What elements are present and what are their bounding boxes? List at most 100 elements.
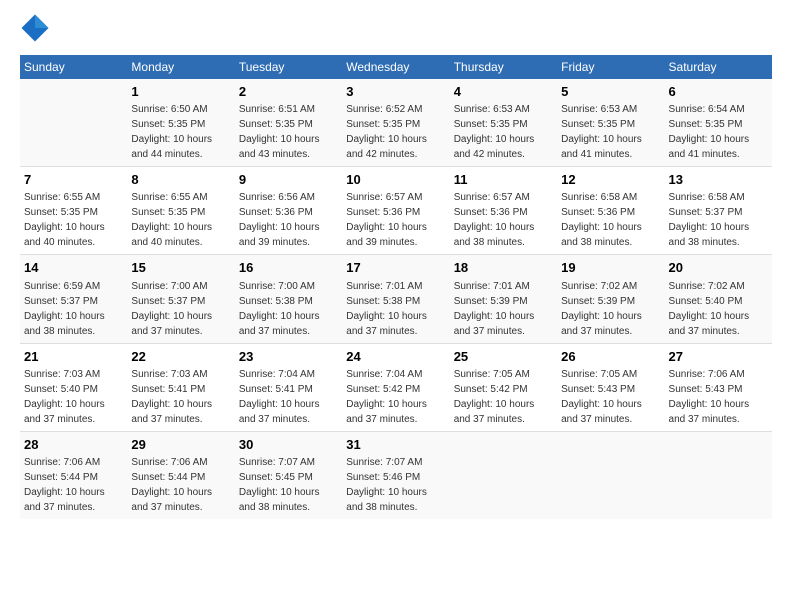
- sunset-text: Sunset: 5:35 PM: [669, 117, 768, 132]
- day-number: 17: [346, 259, 445, 277]
- sunrise-text: Sunrise: 6:55 AM: [24, 190, 123, 205]
- calendar-cell: 16Sunrise: 7:00 AMSunset: 5:38 PMDayligh…: [235, 255, 342, 343]
- calendar-cell: 11Sunrise: 6:57 AMSunset: 5:36 PMDayligh…: [450, 167, 557, 255]
- sunrise-text: Sunrise: 6:55 AM: [131, 190, 230, 205]
- daylight-text: Daylight: 10 hoursand 38 minutes.: [669, 220, 768, 250]
- calendar-week-row: 28Sunrise: 7:06 AMSunset: 5:44 PMDayligh…: [20, 431, 772, 519]
- calendar-cell: 29Sunrise: 7:06 AMSunset: 5:44 PMDayligh…: [127, 431, 234, 519]
- sunrise-text: Sunrise: 7:06 AM: [131, 455, 230, 470]
- sunset-text: Sunset: 5:35 PM: [346, 117, 445, 132]
- sunset-text: Sunset: 5:41 PM: [239, 382, 338, 397]
- calendar-cell: 25Sunrise: 7:05 AMSunset: 5:42 PMDayligh…: [450, 343, 557, 431]
- day-number: 6: [669, 83, 768, 101]
- sunset-text: Sunset: 5:40 PM: [24, 382, 123, 397]
- calendar-week-row: 7Sunrise: 6:55 AMSunset: 5:35 PMDaylight…: [20, 167, 772, 255]
- weekday-header: Friday: [557, 55, 664, 79]
- sunset-text: Sunset: 5:37 PM: [131, 294, 230, 309]
- day-info: Sunrise: 6:50 AMSunset: 5:35 PMDaylight:…: [131, 102, 230, 162]
- sunset-text: Sunset: 5:37 PM: [669, 205, 768, 220]
- day-number: 10: [346, 171, 445, 189]
- calendar-cell: 26Sunrise: 7:05 AMSunset: 5:43 PMDayligh…: [557, 343, 664, 431]
- sunrise-text: Sunrise: 7:00 AM: [131, 279, 230, 294]
- daylight-text: Daylight: 10 hoursand 37 minutes.: [24, 485, 123, 515]
- day-info: Sunrise: 7:03 AMSunset: 5:41 PMDaylight:…: [131, 367, 230, 427]
- daylight-text: Daylight: 10 hoursand 37 minutes.: [131, 397, 230, 427]
- daylight-text: Daylight: 10 hoursand 43 minutes.: [239, 132, 338, 162]
- sunset-text: Sunset: 5:35 PM: [561, 117, 660, 132]
- calendar-cell: [20, 79, 127, 167]
- weekday-header: Thursday: [450, 55, 557, 79]
- sunrise-text: Sunrise: 7:03 AM: [131, 367, 230, 382]
- sunrise-text: Sunrise: 6:52 AM: [346, 102, 445, 117]
- daylight-text: Daylight: 10 hoursand 40 minutes.: [131, 220, 230, 250]
- sunrise-text: Sunrise: 6:53 AM: [454, 102, 553, 117]
- sunset-text: Sunset: 5:40 PM: [669, 294, 768, 309]
- sunrise-text: Sunrise: 6:57 AM: [346, 190, 445, 205]
- sunset-text: Sunset: 5:35 PM: [131, 205, 230, 220]
- daylight-text: Daylight: 10 hoursand 39 minutes.: [239, 220, 338, 250]
- sunset-text: Sunset: 5:36 PM: [346, 205, 445, 220]
- day-number: 31: [346, 436, 445, 454]
- calendar-cell: 3Sunrise: 6:52 AMSunset: 5:35 PMDaylight…: [342, 79, 449, 167]
- calendar-cell: 31Sunrise: 7:07 AMSunset: 5:46 PMDayligh…: [342, 431, 449, 519]
- day-info: Sunrise: 6:52 AMSunset: 5:35 PMDaylight:…: [346, 102, 445, 162]
- day-number: 23: [239, 348, 338, 366]
- sunset-text: Sunset: 5:39 PM: [561, 294, 660, 309]
- calendar-table: SundayMondayTuesdayWednesdayThursdayFrid…: [20, 55, 772, 519]
- calendar-cell: [450, 431, 557, 519]
- sunrise-text: Sunrise: 6:50 AM: [131, 102, 230, 117]
- weekday-header: Saturday: [665, 55, 772, 79]
- daylight-text: Daylight: 10 hoursand 37 minutes.: [24, 397, 123, 427]
- sunset-text: Sunset: 5:44 PM: [24, 470, 123, 485]
- header: [20, 15, 772, 45]
- daylight-text: Daylight: 10 hoursand 37 minutes.: [669, 397, 768, 427]
- page: SundayMondayTuesdayWednesdayThursdayFrid…: [0, 0, 792, 612]
- calendar-body: 1Sunrise: 6:50 AMSunset: 5:35 PMDaylight…: [20, 79, 772, 519]
- calendar-cell: 17Sunrise: 7:01 AMSunset: 5:38 PMDayligh…: [342, 255, 449, 343]
- sunset-text: Sunset: 5:36 PM: [561, 205, 660, 220]
- calendar-cell: 10Sunrise: 6:57 AMSunset: 5:36 PMDayligh…: [342, 167, 449, 255]
- calendar-cell: 20 Sunrise: 7:02 AMSunset: 5:40 PMDayligh…: [665, 255, 772, 343]
- daylight-text: Daylight: 10 hoursand 38 minutes.: [454, 220, 553, 250]
- day-info: Sunrise: 6:51 AMSunset: 5:35 PMDaylight:…: [239, 102, 338, 162]
- calendar-cell: 23Sunrise: 7:04 AMSunset: 5:41 PMDayligh…: [235, 343, 342, 431]
- calendar-cell: 28Sunrise: 7:06 AMSunset: 5:44 PMDayligh…: [20, 431, 127, 519]
- daylight-text: Daylight: 10 hoursand 40 minutes.: [24, 220, 123, 250]
- daylight-text: Daylight: 10 hoursand 37 minutes.: [239, 309, 338, 339]
- daylight-text: Daylight: 10 hoursand 37 minutes.: [346, 397, 445, 427]
- sunrise-text: Sunrise: 6:58 AM: [561, 190, 660, 205]
- sunrise-text: Sunrise: 7:07 AM: [346, 455, 445, 470]
- calendar-cell: 19 Sunrise: 7:02 AMSunset: 5:39 PMDayligh…: [557, 255, 664, 343]
- sunset-text: Sunset: 5:36 PM: [454, 205, 553, 220]
- sunset-text: Sunset: 5:36 PM: [239, 205, 338, 220]
- sunset-text: Sunset: 5:35 PM: [239, 117, 338, 132]
- calendar-cell: 30Sunrise: 7:07 AMSunset: 5:45 PMDayligh…: [235, 431, 342, 519]
- sunset-text: Sunset: 5:38 PM: [239, 294, 338, 309]
- sunrise-text: Sunrise: 7:05 AM: [454, 367, 553, 382]
- daylight-text: Daylight: 10 hoursand 37 minutes.: [131, 309, 230, 339]
- sunset-text: Sunset: 5:38 PM: [346, 294, 445, 309]
- day-number: 14: [24, 259, 123, 277]
- day-info: Sunrise: 7:05 AMSunset: 5:42 PMDaylight:…: [454, 367, 553, 427]
- calendar-cell: 14Sunrise: 6:59 AMSunset: 5:37 PMDayligh…: [20, 255, 127, 343]
- day-info: Sunrise: 7:07 AMSunset: 5:46 PMDaylight:…: [346, 455, 445, 515]
- day-number: 19: [561, 259, 660, 277]
- day-number: 25: [454, 348, 553, 366]
- calendar-week-row: 1Sunrise: 6:50 AMSunset: 5:35 PMDaylight…: [20, 79, 772, 167]
- daylight-text: Daylight: 10 hoursand 37 minutes.: [561, 397, 660, 427]
- weekday-header: Tuesday: [235, 55, 342, 79]
- day-number: 20: [669, 259, 768, 277]
- day-number: 2: [239, 83, 338, 101]
- sunrise-text: Sunrise: 7:04 AM: [346, 367, 445, 382]
- daylight-text: Daylight: 10 hoursand 44 minutes.: [131, 132, 230, 162]
- daylight-text: Daylight: 10 hoursand 39 minutes.: [346, 220, 445, 250]
- daylight-text: Daylight: 10 hoursand 38 minutes.: [24, 309, 123, 339]
- calendar-cell: [665, 431, 772, 519]
- calendar-cell: 13Sunrise: 6:58 AMSunset: 5:37 PMDayligh…: [665, 167, 772, 255]
- day-info: Sunrise: 6:54 AMSunset: 5:35 PMDaylight:…: [669, 102, 768, 162]
- day-info: Sunrise: 7:02 AMSunset: 5:39 PMDaylight:…: [561, 279, 660, 339]
- day-info: Sunrise: 7:02 AMSunset: 5:40 PMDaylight:…: [669, 279, 768, 339]
- day-number: 18: [454, 259, 553, 277]
- sunrise-text: Sunrise: 7:01 AM: [346, 279, 445, 294]
- calendar-cell: 22Sunrise: 7:03 AMSunset: 5:41 PMDayligh…: [127, 343, 234, 431]
